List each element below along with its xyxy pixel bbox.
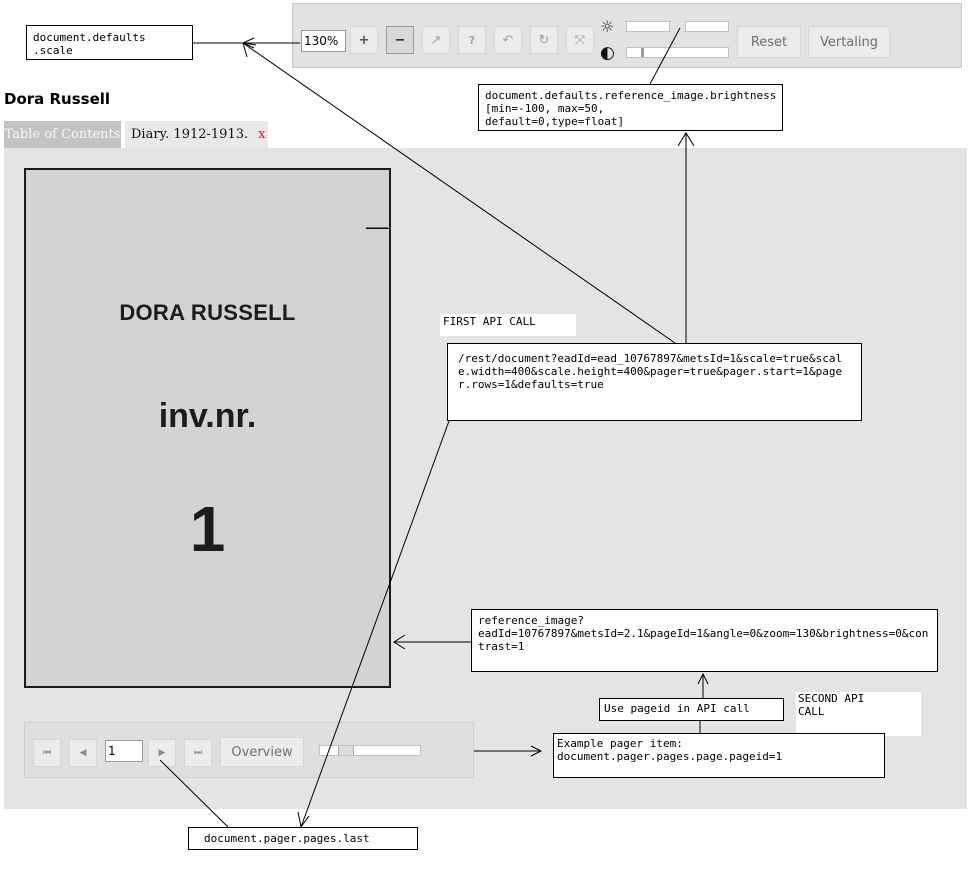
annotation-scale: document.defaults .scale <box>26 25 193 60</box>
brightness-icon: ☼ <box>600 17 615 36</box>
page-edge-mark <box>366 228 390 229</box>
translate-button[interactable]: Vertaling <box>808 26 890 58</box>
page-number-text: 1 <box>189 493 226 565</box>
annotation-pager-item: Example pager item: document.pager.pages… <box>553 733 885 778</box>
page-invnr-text: inv.nr. <box>158 397 257 435</box>
brightness-slider-right[interactable] <box>685 21 729 32</box>
arrow-up-right-icon: ↗ <box>430 32 442 48</box>
contrast-icon: ◐ <box>600 43 615 63</box>
first-api-call-label: FIRST API CALL <box>440 314 576 336</box>
contrast-slider-handle[interactable] <box>641 48 644 57</box>
rotate-left-button[interactable]: ↶ <box>494 26 522 54</box>
next-page-icon: ▶ <box>158 748 166 758</box>
annotation-first-api-call: /rest/document?eadId=ead_10767897&metsId… <box>447 343 862 421</box>
zoom-out-button[interactable]: − <box>386 26 414 54</box>
pager: ⏮ ◀ ▶ ⏭ Overview <box>24 722 474 778</box>
page-slider-handle[interactable] <box>338 746 354 755</box>
zoom-in-button[interactable]: + <box>350 26 378 54</box>
help-button[interactable]: ? <box>458 26 486 54</box>
page-number-input[interactable] <box>105 740 143 762</box>
reference-image[interactable]: DORA RUSSELL inv.nr. 1 <box>24 168 391 688</box>
first-page-button[interactable]: ⏮ <box>33 739 61 767</box>
next-page-button[interactable]: ▶ <box>148 739 176 767</box>
fullscreen-button[interactable]: ⤧ <box>566 26 594 54</box>
fullscreen-icon: ⤧ <box>574 32 586 48</box>
brightness-slider[interactable] <box>626 21 670 32</box>
plus-icon: + <box>358 32 370 48</box>
annotation-pages-last: document.pager.pages.last <box>188 827 418 850</box>
prev-page-icon: ◀ <box>79 748 87 758</box>
zoom-input[interactable] <box>301 30 346 52</box>
contrast-slider[interactable] <box>626 47 729 58</box>
overview-button[interactable]: Overview <box>220 737 304 767</box>
tab-close-button[interactable]: x <box>258 127 265 142</box>
second-api-call-label: SECOND API CALL <box>796 692 921 736</box>
tab-table-of-contents[interactable]: Table of Contents <box>4 121 121 148</box>
rotate-left-icon: ↶ <box>502 32 514 48</box>
page-slider[interactable] <box>319 745 421 756</box>
last-page-button[interactable]: ⏭ <box>184 739 212 767</box>
prev-page-button[interactable]: ◀ <box>69 739 97 767</box>
annotation-reference-image: reference_image? eadId=10767897&metsId=2… <box>471 609 938 672</box>
minus-icon: − <box>394 32 406 48</box>
first-page-icon: ⏮ <box>42 748 52 758</box>
rotate-right-icon: ↻ <box>538 32 550 48</box>
fit-width-button[interactable]: ↗ <box>422 26 450 54</box>
viewer-toolbar: + − ↗ ? ↶ ↻ ⤧ ☼ ◐ Reset Vertaling <box>292 3 962 68</box>
page-title: Dora Russell <box>4 90 111 108</box>
tab-diary[interactable]: Diary. 1912-1913. x <box>125 121 268 148</box>
page-title-text: DORA RUSSELL <box>119 300 296 325</box>
rotate-right-button[interactable]: ↻ <box>530 26 558 54</box>
annotation-brightness: document.defaults.reference_image.bright… <box>478 84 783 131</box>
question-icon: ? <box>468 33 476 47</box>
last-page-icon: ⏭ <box>193 748 203 758</box>
reset-button[interactable]: Reset <box>737 26 801 58</box>
annotation-use-pageid: Use pageid in API call <box>599 698 784 721</box>
